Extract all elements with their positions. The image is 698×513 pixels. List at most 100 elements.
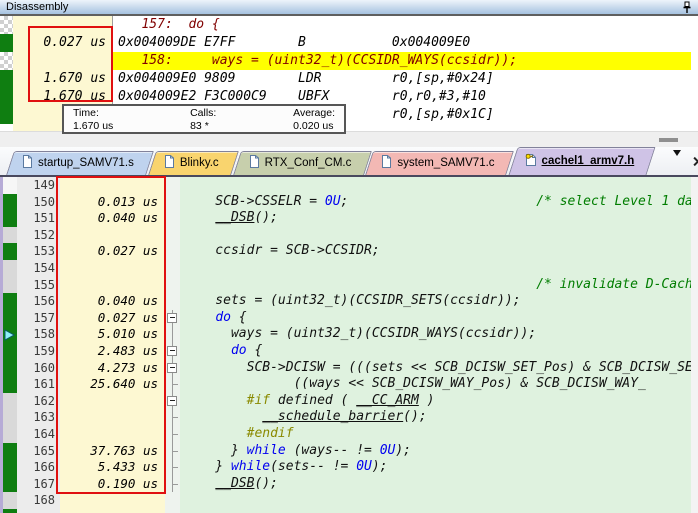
- margin-marker: [0, 16, 13, 34]
- tab-label: RTX_Conf_CM.c: [265, 157, 352, 169]
- gutter: [691, 210, 698, 227]
- gutter: [691, 277, 698, 294]
- editor-panel: 1491500.013 us SCB->CSSELR = 0U; /* sele…: [0, 177, 698, 513]
- exec-time: 0.027 us: [60, 310, 165, 327]
- code-text: [180, 227, 691, 244]
- exec-time: 0.013 us: [60, 194, 165, 211]
- close-icon[interactable]: [692, 156, 698, 167]
- line-margin: [3, 293, 17, 310]
- code-text: SCB->CSSELR = 0U; /* select Level 1 da: [180, 194, 691, 211]
- gutter: [691, 310, 698, 327]
- gutter: [691, 16, 698, 34]
- gutter: [691, 293, 698, 310]
- fold-collapse-icon[interactable]: [167, 363, 177, 373]
- code-text: do {: [180, 343, 691, 360]
- disasm-row[interactable]: 0.027 us0x004009DE E7FF B 0x004009E0: [0, 34, 698, 52]
- line-margin: [3, 393, 17, 410]
- editor-line[interactable]: 168: [3, 492, 698, 509]
- editor-line[interactable]: 1592.483 us do {: [3, 343, 698, 360]
- fold-margin: [165, 227, 180, 244]
- disasm-code-text: 0x004009DE E7FF B 0x004009E0: [113, 34, 691, 52]
- disasm-exec-time: [13, 52, 113, 70]
- editor-line[interactable]: 1510.040 us __DSB();: [3, 210, 698, 227]
- gutter: [691, 476, 698, 493]
- tab-startup_samv71-s[interactable]: startup_SAMV71.s: [10, 151, 150, 175]
- editor-line[interactable]: 1570.027 us do {: [3, 310, 698, 327]
- coverage-marker: [3, 443, 17, 460]
- exec-time: 0.190 us: [60, 476, 165, 493]
- gutter: [691, 492, 698, 509]
- fold-margin: [165, 360, 180, 377]
- tab-label: startup_SAMV71.s: [38, 157, 134, 169]
- line-margin: [3, 376, 17, 393]
- pushpin-icon[interactable]: [682, 1, 692, 14]
- disassembly-titlebar[interactable]: Disassembly: [0, 0, 698, 16]
- tab-system_samv71-c[interactable]: system_SAMV71.c: [369, 151, 510, 175]
- line-margin: [3, 492, 17, 509]
- tab-blinky-c[interactable]: Blinky.c: [152, 151, 235, 175]
- disasm-exec-time: [13, 16, 113, 34]
- editor-line[interactable]: 1500.013 us SCB->CSSELR = 0U; /* select …: [3, 194, 698, 211]
- fold-margin: [165, 194, 180, 211]
- line-margin: [3, 426, 17, 443]
- tab-label: Blinky.c: [180, 157, 219, 169]
- disasm-exec-time: 1.670 us: [13, 70, 113, 88]
- line-number: 157: [17, 310, 60, 327]
- editor-line[interactable]: 162 #if defined ( __CC_ARM ): [3, 393, 698, 410]
- margin-marker: [0, 124, 13, 131]
- no-coverage-marker: [3, 227, 17, 244]
- editor-line[interactable]: 1585.010 us ways = (uint32_t)(CCSIDR_WAY…: [3, 326, 698, 343]
- coverage-marker: [3, 476, 17, 493]
- editor-line[interactable]: 149: [3, 177, 698, 194]
- fold-collapse-icon[interactable]: [167, 396, 177, 406]
- editor-line[interactable]: 1670.190 us __DSB();: [3, 476, 698, 493]
- disasm-row[interactable]: 1.670 us0x004009E0 9809 LDR r0,[sp,#0x24…: [0, 70, 698, 88]
- editor-line[interactable]: 163 __schedule_barrier();: [3, 409, 698, 426]
- gutter: [691, 88, 698, 106]
- gutter: [691, 243, 698, 260]
- exec-time: [60, 393, 165, 410]
- line-margin: [3, 310, 17, 327]
- fold-collapse-icon[interactable]: [167, 346, 177, 356]
- disasm-code-text: 158: ways = (uint32_t)(CCSIDR_WAYS(ccsid…: [113, 52, 691, 70]
- editor-line[interactable]: 152: [3, 227, 698, 244]
- hscrollbar-thumb[interactable]: [659, 138, 678, 142]
- editor-line[interactable]: 1604.273 us SCB->DCISW = (((sets << SCB_…: [3, 360, 698, 377]
- fold-collapse-icon[interactable]: [167, 313, 177, 323]
- line-number: 154: [17, 260, 60, 277]
- editor-line[interactable]: 164 #endif: [3, 426, 698, 443]
- gutter: [691, 194, 698, 211]
- tab-cachel1_armv7-h[interactable]: cachel1_armv7.h: [513, 147, 651, 175]
- gutter: [691, 227, 698, 244]
- line-number: 167: [17, 476, 60, 493]
- exec-time: [60, 409, 165, 426]
- tooltip-average-label: Average:: [293, 107, 335, 120]
- exec-time: 5.010 us: [60, 326, 165, 343]
- line-number: 155: [17, 277, 60, 294]
- fold-margin: [165, 310, 180, 327]
- editor-line[interactable]: 16125.640 us ((ways << SCB_DCISW_WAY_Pos…: [3, 376, 698, 393]
- document-tab-bar: startup_SAMV71.s Blinky.c RTX_Conf_CM.c sys…: [0, 147, 698, 177]
- line-margin: [3, 360, 17, 377]
- fold-margin: [165, 409, 180, 426]
- no-coverage-marker: [3, 492, 17, 509]
- tab-list-dropdown-icon[interactable]: [673, 156, 684, 168]
- gutter: [691, 52, 698, 70]
- uvision-debug-view: Disassembly 157: do {0.027 us0x004009DE …: [0, 0, 698, 513]
- editor-line[interactable]: 155 /* invalidate D-Cach: [3, 277, 698, 294]
- editor-line[interactable]: 16537.763 us } while (ways-- != 0U);: [3, 443, 698, 460]
- disasm-row[interactable]: 157: do {: [0, 16, 698, 34]
- editor-line[interactable]: [3, 509, 698, 513]
- fold-margin: [165, 243, 180, 260]
- editor-line[interactable]: 1560.040 us sets = (uint32_t)(CCSIDR_SET…: [3, 293, 698, 310]
- tab-rtx_conf_cm-c[interactable]: RTX_Conf_CM.c: [237, 151, 368, 175]
- line-margin: [3, 326, 17, 343]
- editor-line[interactable]: 1665.433 us } while(sets-- != 0U);: [3, 459, 698, 476]
- code-text: ways = (uint32_t)(CCSIDR_WAYS(ccsidr));: [180, 326, 691, 343]
- line-number: 166: [17, 459, 60, 476]
- editor-line[interactable]: 154: [3, 260, 698, 277]
- gutter: [691, 393, 698, 410]
- disasm-row[interactable]: 158: ways = (uint32_t)(CCSIDR_WAYS(ccsid…: [0, 52, 698, 70]
- line-margin: [3, 476, 17, 493]
- editor-line[interactable]: 1530.027 us ccsidr = SCB->CCSIDR;: [3, 243, 698, 260]
